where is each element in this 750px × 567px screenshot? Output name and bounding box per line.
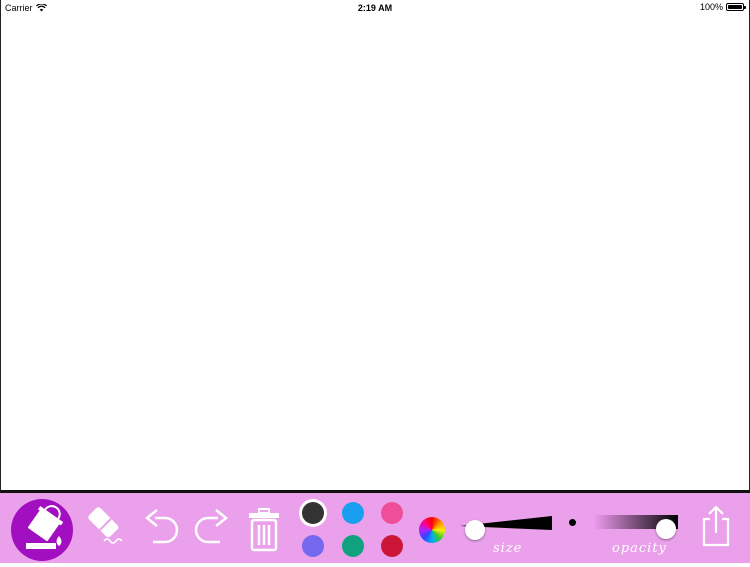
size-slider-thumb[interactable] [465, 520, 485, 540]
eraser-icon [88, 507, 123, 544]
color-swatch-red[interactable] [381, 535, 403, 557]
color-swatch-blue[interactable] [342, 502, 364, 524]
status-bar: Carrier 2:19 AM 100% [0, 0, 750, 16]
battery-percent: 100% [699, 2, 723, 12]
color-swatch-green[interactable] [342, 535, 364, 557]
status-right: 100% [699, 2, 746, 12]
color-swatch-black[interactable] [302, 502, 324, 524]
undo-icon [144, 509, 179, 544]
opacity-label: opacity [612, 541, 667, 556]
paint-bucket-icon [11, 499, 73, 561]
redo-button[interactable] [190, 508, 230, 552]
battery-icon [726, 3, 746, 11]
undo-button[interactable] [143, 508, 183, 552]
drawing-canvas[interactable] [1, 16, 749, 490]
brush-size-preview [569, 519, 576, 526]
size-label: size [493, 541, 523, 556]
opacity-slider[interactable] [594, 514, 680, 539]
redo-icon [194, 509, 229, 544]
battery-level [728, 5, 742, 9]
size-slider[interactable] [460, 512, 555, 540]
trash-icon [249, 508, 279, 552]
color-swatch-purple[interactable] [302, 535, 324, 557]
status-time: 2:19 AM [357, 3, 393, 13]
share-button[interactable] [700, 503, 732, 549]
color-wheel-icon [419, 517, 445, 543]
trash-button[interactable] [246, 507, 282, 553]
toolbar: size opacity [0, 490, 750, 563]
paint-bucket-button[interactable] [9, 498, 75, 562]
opacity-slider-thumb[interactable] [656, 519, 676, 539]
color-wheel-button[interactable] [419, 517, 445, 543]
share-icon [702, 505, 730, 547]
color-swatch-pink[interactable] [381, 502, 403, 524]
eraser-button[interactable] [82, 503, 128, 551]
